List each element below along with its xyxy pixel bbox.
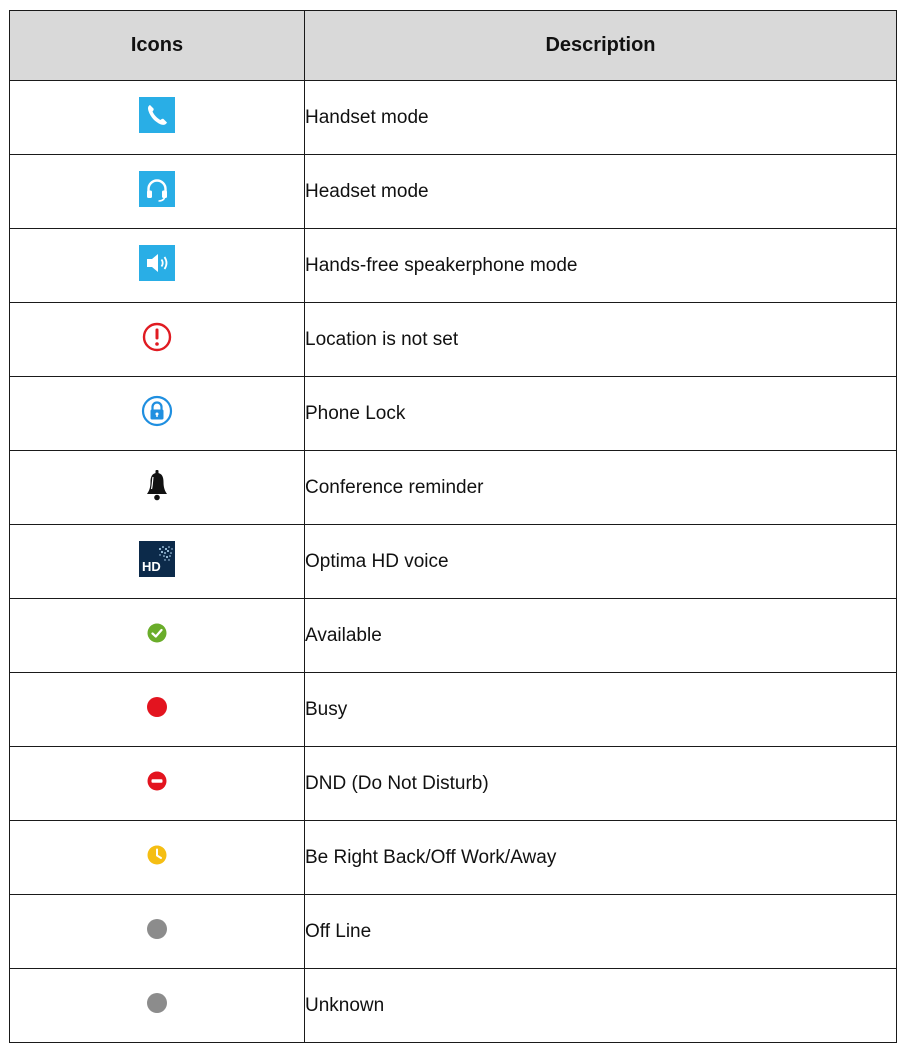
row-description: Unknown xyxy=(304,968,897,1043)
dnd-status-icon xyxy=(139,763,175,799)
headset-icon xyxy=(139,171,175,207)
icon-description-table: Icons Description Handset mode Headset m… xyxy=(9,10,897,1043)
row-description: Busy xyxy=(304,672,897,747)
row-description: Handset mode xyxy=(304,80,897,155)
row-description: Be Right Back/Off Work/Away xyxy=(304,820,897,895)
row-description: Headset mode xyxy=(304,154,897,229)
row-description: Location is not set xyxy=(304,302,897,377)
row-description: DND (Do Not Disturb) xyxy=(304,746,897,821)
description-column-header: Description xyxy=(304,10,897,81)
table-row: Busy xyxy=(9,672,897,747)
table-row: DND (Do Not Disturb) xyxy=(9,746,897,821)
table-row: Location is not set xyxy=(9,302,897,377)
table-row: Handset mode xyxy=(9,80,897,155)
handset-icon xyxy=(139,97,175,133)
speaker-icon xyxy=(139,245,175,281)
available-status-icon xyxy=(139,615,175,651)
phone-lock-icon xyxy=(139,393,175,429)
table-row: Be Right Back/Off Work/Away xyxy=(9,820,897,895)
table-row: Headset mode xyxy=(9,154,897,229)
row-description: Optima HD voice xyxy=(304,524,897,599)
table-row: Off Line xyxy=(9,894,897,969)
table-row: Available xyxy=(9,598,897,673)
unknown-status-icon xyxy=(139,985,175,1021)
table-row: Phone Lock xyxy=(9,376,897,451)
hd-voice-label: HD xyxy=(142,559,161,574)
offline-status-icon xyxy=(139,911,175,947)
location-warning-icon xyxy=(139,319,175,355)
icons-column-header: Icons xyxy=(9,10,305,81)
hd-voice-icon: HD xyxy=(139,541,175,577)
row-description: Hands-free speakerphone mode xyxy=(304,228,897,303)
table-row: Conference reminder xyxy=(9,450,897,525)
row-description: Off Line xyxy=(304,894,897,969)
table-header-row: Icons Description xyxy=(9,10,897,81)
table-row: Unknown xyxy=(9,968,897,1043)
row-description: Phone Lock xyxy=(304,376,897,451)
table-row: Hands-free speakerphone mode xyxy=(9,228,897,303)
row-description: Conference reminder xyxy=(304,450,897,525)
busy-status-icon xyxy=(139,689,175,725)
bell-icon xyxy=(139,467,175,503)
away-status-icon xyxy=(139,837,175,873)
table-row: HD Optima HD voice xyxy=(9,524,897,599)
row-description: Available xyxy=(304,598,897,673)
